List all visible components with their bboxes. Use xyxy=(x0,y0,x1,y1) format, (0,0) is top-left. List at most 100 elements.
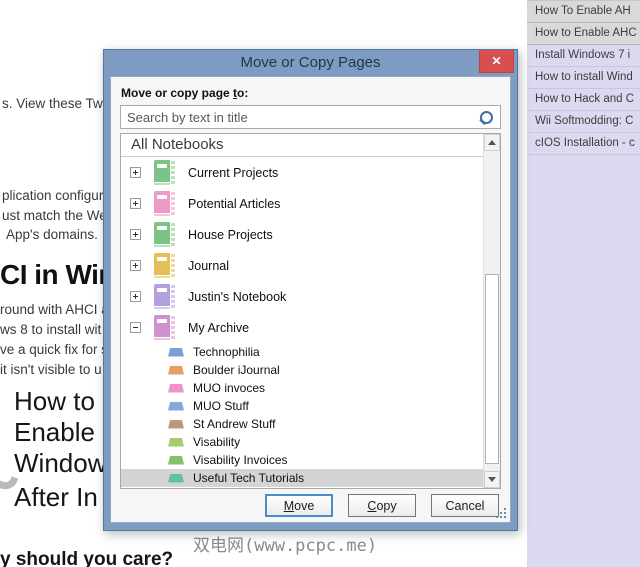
close-icon: ✕ xyxy=(491,54,502,68)
notebook-row[interactable]: Current Projects xyxy=(121,157,483,188)
expand-toggle[interactable] xyxy=(130,260,141,271)
search-box xyxy=(120,105,501,129)
tree-header-all-notebooks: All Notebooks xyxy=(121,134,483,157)
notebook-pages xyxy=(154,275,170,278)
section-row[interactable]: MUO Stuff xyxy=(121,397,483,415)
button-mnemonic: M xyxy=(283,498,295,513)
section-row[interactable]: Useful Tech Tutorials xyxy=(121,469,483,487)
notebook-pages xyxy=(154,182,170,185)
search-input[interactable] xyxy=(121,106,474,128)
section-label: Useful Tech Tutorials xyxy=(193,471,305,485)
move-copy-dialog: Move or Copy Pages ✕ Move or copy page t… xyxy=(103,49,518,531)
label-text: Move or copy page xyxy=(121,86,234,100)
notebook-pages xyxy=(154,337,170,340)
notebook-row[interactable]: Journal xyxy=(121,250,483,281)
section-row[interactable]: Visability Invoices xyxy=(121,451,483,469)
section-label: Visability xyxy=(193,435,241,449)
page-text-fragment: Enable xyxy=(14,417,95,447)
cancel-button[interactable]: Cancel xyxy=(431,494,499,517)
notebook-row[interactable]: House Projects xyxy=(121,219,483,250)
scroll-down-button[interactable] xyxy=(484,471,500,488)
move-button[interactable]: Move xyxy=(265,494,333,517)
search-icon[interactable] xyxy=(479,111,493,125)
label-text: o: xyxy=(237,86,249,100)
section-row[interactable]: MUO invoces xyxy=(121,379,483,397)
expand-toggle[interactable] xyxy=(130,322,141,333)
notebook-label: House Projects xyxy=(188,227,273,242)
section-label: Visability Invoices xyxy=(193,453,288,467)
move-copy-label: Move or copy page to: xyxy=(121,86,501,100)
triangle-up-icon xyxy=(488,140,496,145)
section-icon xyxy=(168,401,184,411)
button-text: ove xyxy=(294,498,315,513)
section-icon xyxy=(168,473,184,483)
section-icon xyxy=(168,455,184,465)
notebook-label: My Archive xyxy=(188,320,250,335)
notebook-icon xyxy=(154,284,175,309)
page-text-fragment: ve a quick fix for s xyxy=(0,342,109,357)
page-text-fragment: ust match the We xyxy=(2,208,107,223)
sidebar-page-item[interactable]: Install Windows 7 i xyxy=(527,45,640,67)
notebook-title-bar xyxy=(157,195,167,199)
notebook-title-bar xyxy=(157,288,167,292)
page-text-fragment: How to xyxy=(14,386,95,416)
sidebar-page-item[interactable]: How To Enable AH xyxy=(527,1,640,23)
notebook-spine xyxy=(171,316,175,339)
notebook-label: Justin's Notebook xyxy=(188,289,287,304)
page-list-sidebar: How To Enable AH How to Enable AHC Install… xyxy=(527,0,640,567)
expand-toggle[interactable] xyxy=(130,229,141,240)
expand-toggle[interactable] xyxy=(130,291,141,302)
dialog-title: Move or Copy Pages xyxy=(240,54,381,71)
notebook-pages xyxy=(154,244,170,247)
section-row[interactable]: Technophilia xyxy=(121,343,483,361)
section-row[interactable]: St Andrew Stuff xyxy=(121,415,483,433)
expand-toggle[interactable] xyxy=(130,167,141,178)
scroll-up-button[interactable] xyxy=(484,134,500,151)
notebook-title-bar xyxy=(157,226,167,230)
notebook-icon xyxy=(154,160,175,185)
dialog-content: Move or copy page to: All Notebooks Curr… xyxy=(110,76,511,523)
copy-button[interactable]: Copy xyxy=(348,494,416,517)
page-text-fragment: plication configur xyxy=(2,188,104,203)
section-icon xyxy=(168,437,184,447)
button-text: opy xyxy=(376,498,397,513)
section-label: MUO Stuff xyxy=(193,399,249,413)
section-label: St Andrew Stuff xyxy=(193,417,276,431)
sidebar-page-item[interactable]: How to install Wind xyxy=(527,67,640,89)
sidebar-page-item[interactable]: Wii Softmodding: C xyxy=(527,111,640,133)
notebook-title-bar xyxy=(157,164,167,168)
resize-grip[interactable] xyxy=(496,508,506,518)
sidebar-page-item[interactable]: How to Enable AHC xyxy=(527,23,640,45)
notebook-spine xyxy=(171,161,175,184)
watermark: 双电网(www.pcpc.me) xyxy=(193,536,378,556)
notebook-row[interactable]: Justin's Notebook xyxy=(121,281,483,312)
section-row[interactable]: Boulder iJournal xyxy=(121,361,483,379)
notebook-spine xyxy=(171,192,175,215)
notebook-row[interactable]: My Archive xyxy=(121,312,483,343)
notebook-label: Current Projects xyxy=(188,165,279,180)
section-label: MUO invoces xyxy=(193,381,266,395)
scroll-thumb[interactable] xyxy=(485,274,499,464)
notebook-pages xyxy=(154,213,170,216)
notebook-icon xyxy=(154,222,175,247)
page-text-fragment: Window xyxy=(14,448,107,478)
sidebar-page-item[interactable]: cIOS Installation - c xyxy=(527,133,640,155)
section-icon xyxy=(168,419,184,429)
notebook-title-bar xyxy=(157,257,167,261)
section-label: Boulder iJournal xyxy=(193,363,280,377)
section-row[interactable]: Visability xyxy=(121,433,483,451)
page-text-fragment: round with AHCI a xyxy=(0,302,109,317)
page-text-fragment: ws 8 to install wit xyxy=(0,322,102,337)
sidebar-page-item[interactable]: How to Hack and C xyxy=(527,89,640,111)
notebook-tree: All Notebooks Current Projects Potential … xyxy=(120,133,501,489)
close-button[interactable]: ✕ xyxy=(479,50,514,73)
expand-toggle[interactable] xyxy=(130,198,141,209)
notebook-title-bar xyxy=(157,319,167,323)
page-text-fragment: After In xyxy=(14,482,98,512)
notebook-icon xyxy=(154,191,175,216)
notebook-row[interactable]: Potential Articles xyxy=(121,188,483,219)
page-text-fragment: it isn't visible to u xyxy=(0,362,102,377)
scrollbar[interactable] xyxy=(483,134,500,488)
dialog-titlebar[interactable]: Move or Copy Pages ✕ xyxy=(104,50,517,76)
section-icon xyxy=(168,365,184,375)
